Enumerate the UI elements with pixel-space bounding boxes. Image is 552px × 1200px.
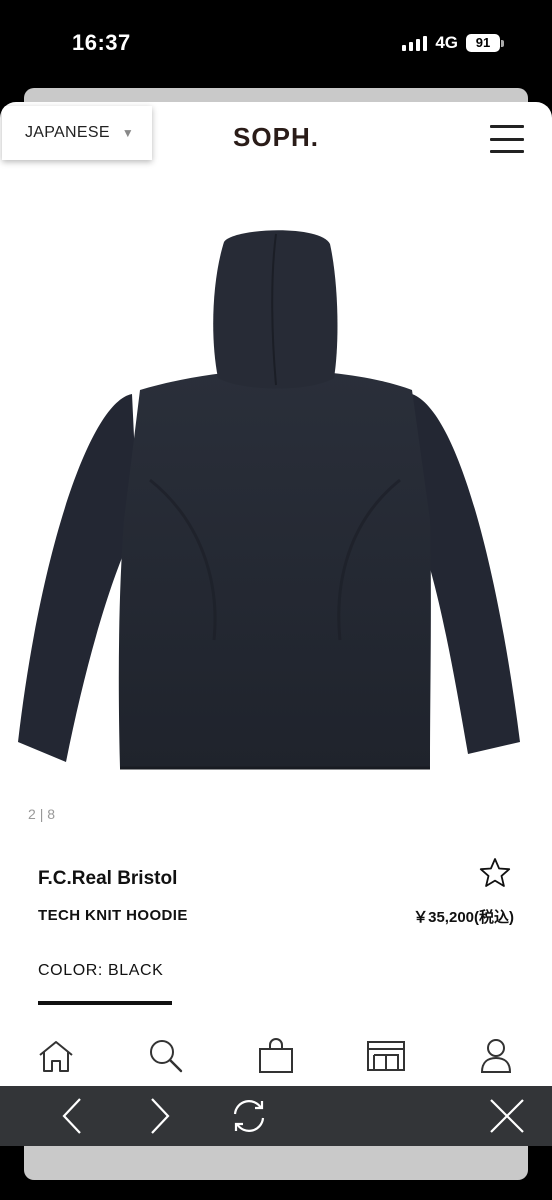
close-button[interactable]: [487, 1096, 527, 1136]
product-image[interactable]: [0, 220, 552, 800]
pager-total: 8: [47, 806, 56, 822]
web-page: JAPANESE ▼ SOPH. 2 | 8 F.C.Real Bristol: [0, 102, 552, 1086]
product-brand: F.C.Real Bristol: [38, 868, 178, 889]
forward-icon: [151, 1098, 170, 1134]
nav-search[interactable]: [130, 1034, 202, 1078]
nav-store[interactable]: [350, 1034, 422, 1078]
browser-toolbar: [0, 1086, 552, 1146]
favorite-star-icon[interactable]: [479, 857, 511, 889]
signal-icon: [402, 35, 428, 51]
back-button[interactable]: [52, 1096, 92, 1136]
gallery-pager: 2 | 8: [28, 806, 55, 822]
color-swatch-selected[interactable]: [38, 1001, 172, 1005]
nav-bag[interactable]: [240, 1034, 312, 1078]
forward-button[interactable]: [140, 1096, 180, 1136]
bottom-nav: [0, 1026, 552, 1086]
pager-separator: |: [39, 806, 44, 822]
reload-button[interactable]: [226, 1096, 272, 1136]
back-icon: [62, 1098, 81, 1134]
site-logo[interactable]: SOPH.: [0, 122, 552, 153]
status-indicators: 4G 91: [402, 33, 504, 53]
network-type: 4G: [435, 33, 458, 52]
product-price: ￥35,200(税込): [413, 909, 514, 926]
product-color: COLOR: BLACK: [38, 962, 164, 979]
battery-icon: 91: [466, 34, 504, 52]
reload-icon: [233, 1100, 265, 1132]
status-time: 16:37: [72, 30, 131, 55]
home-icon: [39, 1041, 73, 1072]
nav-home[interactable]: [20, 1034, 92, 1078]
status-bar: 16:37 4G 91: [0, 0, 552, 88]
product-name: TECH KNIT HOODIE: [38, 907, 188, 924]
background-sheet-bottom: [24, 1146, 528, 1180]
nav-account[interactable]: [460, 1034, 532, 1078]
store-icon: [367, 1041, 405, 1071]
bag-icon: [259, 1038, 293, 1073]
account-icon: [480, 1039, 512, 1073]
pager-current: 2: [28, 806, 36, 822]
close-icon: [490, 1099, 524, 1133]
search-icon: [150, 1040, 183, 1073]
hamburger-menu-icon[interactable]: [490, 125, 524, 153]
battery-level: 91: [466, 34, 500, 52]
